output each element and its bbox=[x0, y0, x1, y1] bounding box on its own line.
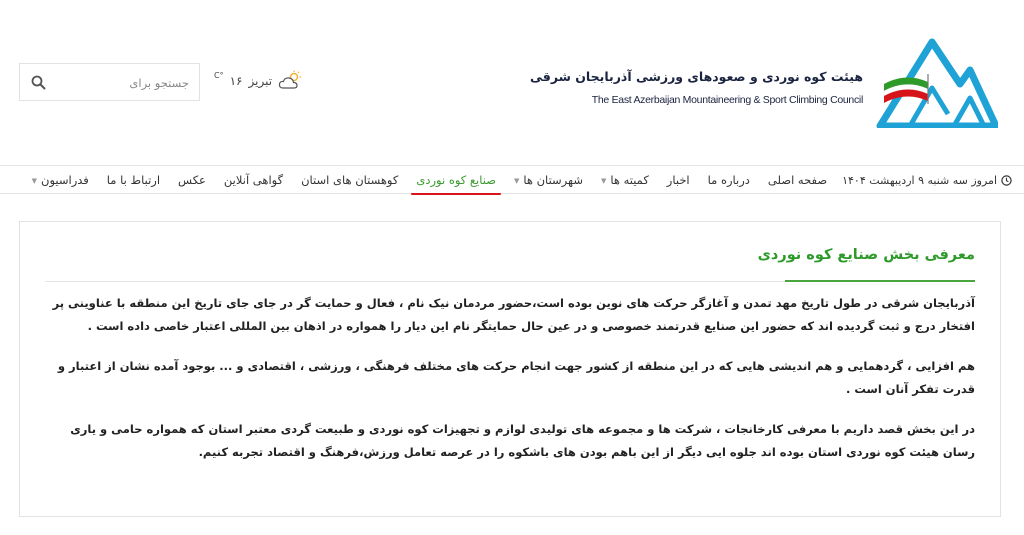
clock-icon bbox=[1001, 174, 1012, 186]
weather-city: تبریز bbox=[248, 74, 273, 88]
nav-item-mountains[interactable]: کوهستان های استان bbox=[292, 166, 407, 194]
main-navigation: امروز سه شنبه ۹ اردیبهشت ۱۴۰۴ صفحه اصلی … bbox=[0, 165, 1024, 195]
search-box bbox=[19, 63, 200, 101]
weather-temp: ۱۶ bbox=[229, 74, 243, 88]
search-icon[interactable] bbox=[31, 75, 46, 90]
date-text: امروز سه شنبه ۹ اردیبهشت ۱۴۰۴ bbox=[842, 173, 997, 187]
search-input[interactable] bbox=[59, 73, 189, 93]
nav-item-about[interactable]: درباره ما bbox=[699, 166, 759, 194]
nav-item-cities-label: شهرستان ها bbox=[523, 173, 583, 187]
site-logo[interactable]: هیئت کوه نوردی و صعودهای ورزشی آذربایجان… bbox=[530, 36, 998, 131]
nav-item-cities[interactable]: شهرستان ها▼ bbox=[505, 166, 592, 194]
site-title-fa: هیئت کوه نوردی و صعودهای ورزشی آذربایجان… bbox=[530, 69, 863, 84]
paragraph-1: آذربایجان شرقی در طول تاریخ مهد تمدن و آ… bbox=[52, 296, 975, 333]
weather-unit: °C bbox=[214, 70, 224, 80]
nav-item-news[interactable]: اخبار bbox=[658, 166, 699, 194]
nav-item-home[interactable]: صفحه اصلی bbox=[759, 166, 836, 194]
site-header: هیئت کوه نوردی و صعودهای ورزشی آذربایجان… bbox=[0, 0, 1024, 165]
paragraph-3: در این بخش قصد داریم با معرفی کارخانجات … bbox=[70, 422, 975, 459]
nav-menu: صفحه اصلی درباره ما اخبار کمیته ها▼ شهرس… bbox=[23, 166, 836, 195]
nav-item-federation-label: فدراسیون bbox=[41, 173, 89, 187]
article-body: آذربایجان شرقی در طول تاریخ مهد تمدن و آ… bbox=[45, 292, 975, 481]
nav-item-committees-label: کمیته ها bbox=[610, 173, 649, 187]
chevron-down-icon: ▼ bbox=[31, 176, 38, 185]
chevron-down-icon: ▼ bbox=[514, 176, 520, 185]
nav-item-contact[interactable]: ارتباط با ما bbox=[98, 166, 169, 194]
weather-widget: تبریز ۱۶ °C bbox=[214, 70, 302, 92]
nav-item-committees[interactable]: کمیته ها▼ bbox=[592, 166, 658, 194]
title-divider-accent bbox=[785, 280, 975, 282]
chevron-down-icon: ▼ bbox=[600, 176, 607, 185]
nav-item-photos[interactable]: عکس bbox=[169, 166, 215, 194]
mountain-logo-icon bbox=[876, 38, 998, 128]
page-title: معرفی بخش صنایع کوه نوردی bbox=[757, 247, 975, 263]
nav-item-federation[interactable]: فدراسیون▼ bbox=[23, 166, 98, 194]
current-date: امروز سه شنبه ۹ اردیبهشت ۱۴۰۴ bbox=[842, 174, 1012, 187]
nav-item-online-certificate[interactable]: گواهی آنلاین bbox=[215, 166, 292, 194]
partly-cloudy-icon bbox=[278, 70, 302, 89]
paragraph-2: هم افزایی ، گردهمایی و هم اندیشی هایی که… bbox=[57, 359, 975, 396]
content-card: معرفی بخش صنایع کوه نوردی آذربایجان شرقی… bbox=[19, 221, 1001, 517]
site-title-en: The East Azerbaijan Mountaineering & Spo… bbox=[591, 94, 864, 106]
nav-item-industries[interactable]: صنایع کوه نوردی bbox=[407, 166, 505, 195]
